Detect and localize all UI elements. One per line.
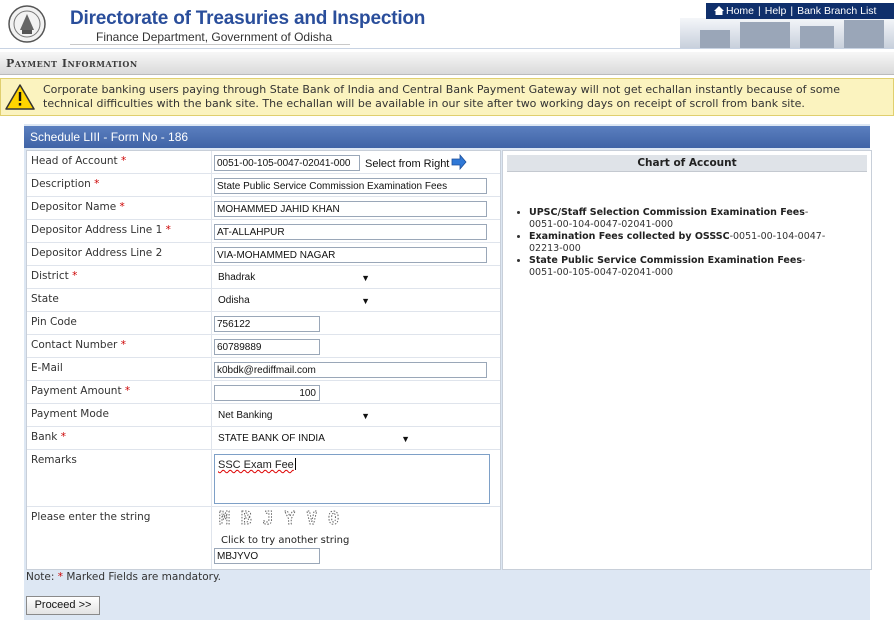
chart-of-account-title: Chart of Account — [507, 155, 867, 172]
label-address2: Depositor Address Line 2 — [31, 247, 163, 259]
label-payment-amount: Payment Amount * — [31, 385, 131, 397]
label-bank: Bank * — [31, 431, 66, 443]
site-title: Directorate of Treasuries and Inspection — [70, 8, 426, 29]
label-captcha: Please enter the string — [31, 511, 151, 523]
label-depositor-name: Depositor Name * — [31, 201, 125, 213]
notice-banner: Corporate banking users paying through S… — [0, 78, 894, 116]
payment-amount-input[interactable]: 100 — [214, 385, 320, 401]
notice-text: Corporate banking users paying through S… — [43, 83, 840, 110]
header-divider — [70, 44, 350, 45]
state-select[interactable]: Odisha ▼ — [214, 293, 374, 309]
state-value: Odisha — [218, 295, 250, 306]
district-select[interactable]: Bhadrak ▼ — [214, 270, 374, 286]
payment-mode-select[interactable]: Net Banking ▼ — [214, 408, 374, 424]
label-description: Description * — [31, 178, 100, 190]
nav-help-link[interactable]: Help — [765, 3, 787, 19]
dropdown-arrow-icon: ▼ — [401, 434, 410, 444]
description-input[interactable]: State Public Service Commission Examinat… — [214, 178, 487, 194]
district-value: Bhadrak — [218, 272, 256, 283]
label-pin-code: Pin Code — [31, 316, 77, 328]
label-contact-number: Contact Number * — [31, 339, 126, 351]
section-title: Payment Information — [6, 57, 138, 70]
bank-value: STATE BANK OF INDIA — [218, 433, 325, 444]
remarks-value: SSC Exam Fee — [218, 459, 294, 471]
site-header: Directorate of Treasuries and Inspection… — [0, 0, 894, 49]
form-heading: Schedule LIII - Form No - 186 — [24, 126, 870, 148]
nav-home-link[interactable]: Home — [726, 3, 754, 19]
pin-code-input[interactable]: 756122 — [214, 316, 320, 332]
select-from-right-text: Select from Right — [365, 158, 450, 170]
form-heading-text: Schedule LIII - Form No - 186 — [30, 130, 189, 144]
head-of-account-input[interactable]: 0051-00-105-0047-02041-000 — [214, 155, 360, 171]
chart-of-account-list: UPSC/Staff Selection Commission Examinat… — [517, 207, 829, 279]
captcha-input[interactable]: MBJYVO — [214, 548, 320, 564]
address1-input[interactable]: AT-ALLAHPUR — [214, 224, 487, 240]
captcha-image: MBJYVO — [219, 509, 350, 529]
proceed-button[interactable]: Proceed >> — [26, 596, 100, 615]
list-item[interactable]: State Public Service Commission Examinat… — [529, 255, 829, 279]
label-head-of-account: Head of Account * — [31, 155, 127, 167]
nav-separator: | — [790, 5, 794, 17]
text-caret — [294, 458, 296, 470]
label-email: E-Mail — [31, 362, 63, 374]
label-payment-mode: Payment Mode — [31, 408, 109, 420]
svg-text:MBJYVO: MBJYVO — [219, 509, 350, 529]
dropdown-arrow-icon: ▼ — [361, 273, 370, 283]
arrow-right-icon[interactable] — [451, 154, 467, 170]
dropdown-arrow-icon: ▼ — [361, 411, 370, 421]
chart-of-account-panel: Chart of Account UPSC/Staff Selection Co… — [502, 150, 872, 570]
section-bar: Payment Information — [0, 52, 894, 75]
label-district: District * — [31, 270, 78, 282]
odisha-emblem-icon — [8, 5, 46, 43]
remarks-textarea[interactable]: SSC Exam Fee — [214, 454, 490, 504]
list-item[interactable]: Examination Fees collected by OSSSC-0051… — [529, 231, 829, 255]
dropdown-arrow-icon: ▼ — [361, 296, 370, 306]
list-item[interactable]: UPSC/Staff Selection Commission Examinat… — [529, 207, 829, 231]
building-banner — [680, 18, 894, 48]
payment-mode-value: Net Banking — [218, 410, 273, 421]
warning-icon — [5, 84, 35, 110]
site-subtitle: Finance Department, Government of Odisha — [96, 30, 333, 44]
contact-number-input[interactable]: 60789889 — [214, 339, 320, 355]
nav-separator: | — [758, 5, 761, 17]
captcha-refresh-link[interactable]: Click to try another string — [217, 533, 371, 549]
address2-input[interactable]: VIA-MOHAMMED NAGAR — [214, 247, 487, 263]
top-nav: Home | Help | Bank Branch List — [706, 3, 894, 19]
home-icon — [714, 6, 724, 15]
email-input[interactable]: k0bdk@rediffmail.com — [214, 362, 487, 378]
label-state: State — [31, 293, 59, 305]
nav-bank-branch-list-link[interactable]: Bank Branch List — [797, 3, 876, 19]
bank-select[interactable]: STATE BANK OF INDIA ▼ — [214, 431, 414, 447]
depositor-name-input[interactable]: MOHAMMED JAHID KHAN — [214, 201, 487, 217]
mandatory-note: Note: * Marked Fields are mandatory. — [26, 571, 222, 583]
label-remarks: Remarks — [31, 454, 77, 466]
label-address1: Depositor Address Line 1 * — [31, 224, 171, 236]
